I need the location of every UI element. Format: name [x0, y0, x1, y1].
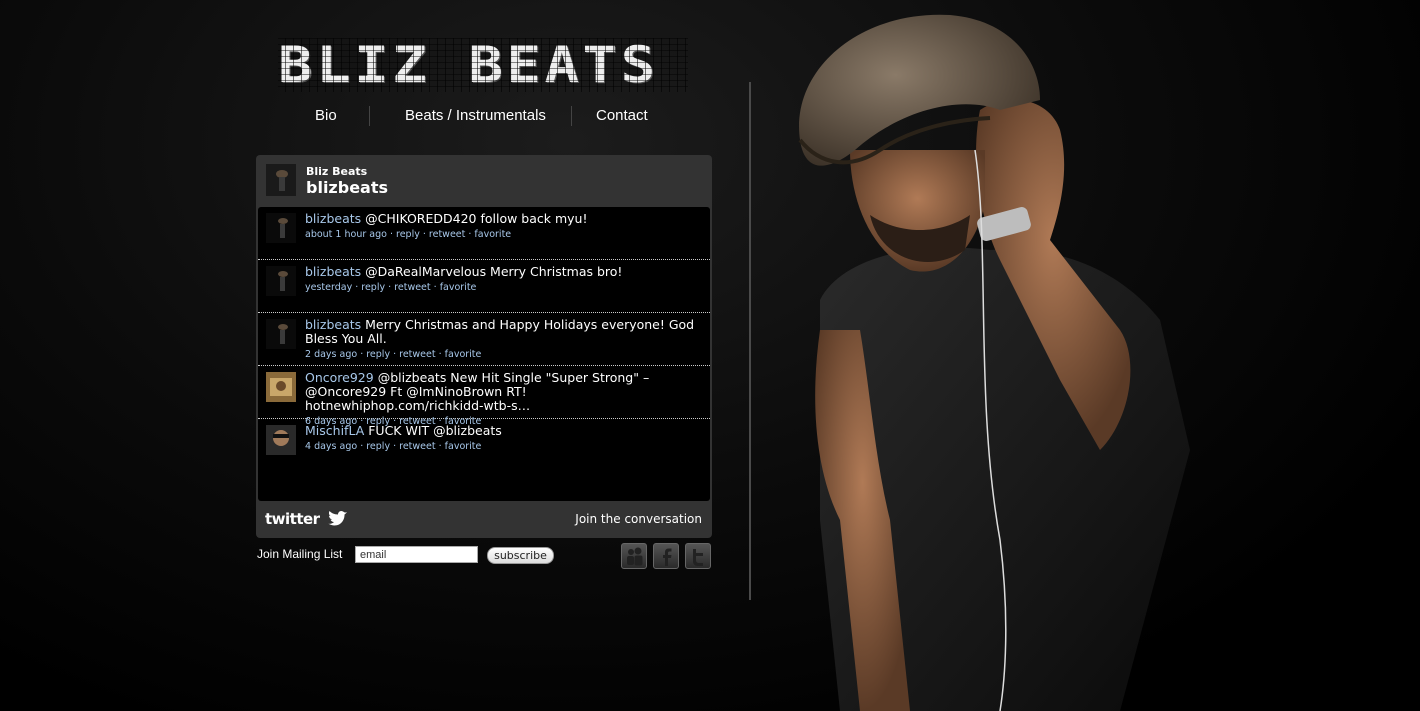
nav-divider	[571, 106, 572, 126]
vertical-divider	[749, 82, 751, 600]
tweet-user[interactable]: Oncore929	[305, 370, 374, 385]
mailing-list-label: Join Mailing List	[257, 547, 343, 561]
tweet-meta: yesterday · reply · retweet · favorite	[305, 282, 477, 293]
myspace-glyph	[627, 547, 643, 566]
tweet-avatar[interactable]	[266, 425, 296, 455]
nav-bio[interactable]: Bio	[315, 107, 337, 124]
site-logo[interactable]: BLIZ BEATS	[278, 38, 750, 92]
tweet-avatar[interactable]	[266, 372, 296, 402]
tweet-user[interactable]: blizbeats	[305, 264, 361, 279]
facebook-icon[interactable]	[653, 543, 679, 569]
myspace-icon[interactable]	[621, 543, 647, 569]
email-field[interactable]	[355, 546, 478, 563]
retweet-link[interactable]: retweet	[399, 349, 435, 360]
tweet-text: @DaRealMarvelous Merry Christmas bro!	[365, 264, 623, 279]
retweet-link[interactable]: retweet	[429, 229, 465, 240]
tweet-user[interactable]: blizbeats	[305, 211, 361, 226]
tweet-item: blizbeats Merry Christmas and Happy Holi…	[258, 313, 710, 366]
twitter-bird-icon	[328, 510, 347, 526]
tweet-avatar[interactable]	[266, 266, 296, 296]
tweet-item: blizbeats @CHIKOREDD420 follow back myu!…	[258, 207, 710, 260]
tweet-list: blizbeats @CHIKOREDD420 follow back myu!…	[258, 207, 710, 501]
tweet-time[interactable]: yesterday	[305, 282, 352, 293]
join-conversation-link[interactable]: Join the conversation	[575, 512, 702, 526]
tweet-meta: about 1 hour ago · reply · retweet · fav…	[305, 229, 512, 240]
tweet-avatar[interactable]	[266, 213, 296, 243]
tweet-time[interactable]: 2 days ago	[305, 349, 357, 360]
main-nav: Bio Beats / Instrumentals Contact	[256, 104, 712, 130]
widget-header: Bliz Beats blizbeats	[256, 155, 712, 207]
reply-link[interactable]: reply	[396, 229, 420, 240]
display-name[interactable]: Bliz Beats	[306, 165, 367, 178]
reply-link[interactable]: reply	[361, 282, 385, 293]
widget-footer: twitter Join the conversation	[256, 501, 712, 538]
subscribe-button[interactable]: subscribe	[487, 547, 554, 564]
favorite-link[interactable]: favorite	[440, 282, 477, 293]
favorite-link[interactable]: favorite	[445, 349, 482, 360]
twitter-widget: Bliz Beats blizbeats blizbeats @CHIKORED…	[256, 155, 712, 538]
nav-contact[interactable]: Contact	[596, 107, 648, 124]
tweet-meta: 4 days ago · reply · retweet · favorite	[305, 441, 482, 452]
tweet-user[interactable]: MischifLA	[305, 423, 364, 438]
retweet-link[interactable]: retweet	[394, 282, 430, 293]
tweet-user[interactable]: blizbeats	[305, 317, 361, 332]
artist-photo	[798, 14, 1190, 711]
nav-divider	[369, 106, 370, 126]
twitter-glyph	[693, 549, 703, 566]
tweet-item: Oncore929 @blizbeats New Hit Single "Sup…	[258, 366, 710, 427]
retweet-link[interactable]: retweet	[399, 441, 435, 452]
tweet-time[interactable]: about 1 hour ago	[305, 229, 387, 240]
screen-name[interactable]: blizbeats	[306, 178, 388, 197]
reply-link[interactable]: reply	[366, 441, 390, 452]
favorite-link[interactable]: favorite	[474, 229, 511, 240]
tweet-time[interactable]: 4 days ago	[305, 441, 357, 452]
favorite-link[interactable]: favorite	[445, 441, 482, 452]
facebook-glyph	[663, 548, 672, 566]
twitter-icon[interactable]	[685, 543, 711, 569]
tweet-text: @CHIKOREDD420 follow back myu!	[365, 211, 588, 226]
tweet-text: FUCK WIT @blizbeats	[368, 423, 502, 438]
tweet-meta: 2 days ago · reply · retweet · favorite	[305, 349, 482, 360]
twitter-logo[interactable]: twitter	[265, 510, 320, 528]
tweet-item: blizbeats @DaRealMarvelous Merry Christm…	[258, 260, 710, 313]
tweet-item: MischifLA FUCK WIT @blizbeats 4 days ago…	[258, 419, 710, 471]
profile-avatar[interactable]	[266, 164, 296, 196]
nav-beats-instrumentals[interactable]: Beats / Instrumentals	[405, 107, 546, 124]
reply-link[interactable]: reply	[366, 349, 390, 360]
tweet-text: Merry Christmas and Happy Holidays every…	[305, 317, 695, 346]
tweet-avatar[interactable]	[266, 319, 296, 349]
